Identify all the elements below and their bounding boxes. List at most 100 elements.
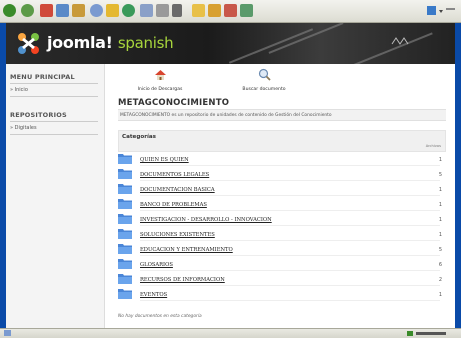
folder-icon <box>118 154 132 164</box>
search-document-button[interactable]: Buscar documento <box>234 68 294 94</box>
search-icon <box>258 68 271 81</box>
category-link[interactable]: BANCO DE PROBLEMAS <box>140 202 207 208</box>
category-count: 1 <box>438 157 442 163</box>
tools-icon[interactable] <box>240 4 253 17</box>
messenger-icon[interactable] <box>208 4 221 17</box>
divider <box>10 121 98 122</box>
divider <box>140 285 440 286</box>
divider <box>140 270 440 271</box>
divider <box>140 300 440 301</box>
research-icon[interactable] <box>224 4 237 17</box>
folder-icon <box>118 169 132 179</box>
favorites-icon[interactable] <box>106 4 119 17</box>
repos-heading: REPOSITORIOS <box>10 111 67 119</box>
category-link[interactable]: EDUCACION Y ENTRENAMIENTO <box>140 247 233 253</box>
folder-icon <box>118 229 132 239</box>
category-row[interactable]: EVENTOS 1 <box>118 287 446 302</box>
print-icon[interactable] <box>156 4 169 17</box>
main-content: Inicio de Descargas Buscar documento MET… <box>116 64 449 328</box>
divider <box>140 210 440 211</box>
category-count: 5 <box>438 172 442 178</box>
header-mark-icon <box>391 37 409 45</box>
category-row[interactable]: SOLUCIONES EXISTENTES 1 <box>118 227 446 242</box>
category-row[interactable]: EDUCACION Y ENTRENAMIENTO 5 <box>118 242 446 257</box>
site-brand: joomla! spanish <box>47 33 174 52</box>
folder-icon[interactable] <box>192 4 205 17</box>
page-description: METAGCONOCIMIENTO es un repositorio de u… <box>118 109 446 121</box>
category-link[interactable]: DOCUMENTACION BASICA <box>140 187 215 193</box>
folder-icon <box>118 274 132 284</box>
folder-icon <box>118 199 132 209</box>
page-title: METAGCONOCIMIENTO <box>118 98 230 108</box>
folder-icon <box>118 214 132 224</box>
downloads-home-label: Inicio de Descargas <box>137 87 183 92</box>
category-count: 1 <box>438 232 442 238</box>
page-status-icon <box>4 330 11 336</box>
home-icon[interactable] <box>72 4 85 17</box>
page-content: MENU PRINCIPAL » Inicio REPOSITORIOS » D… <box>6 64 455 328</box>
browser-toolbar <box>0 0 461 23</box>
header-decoration <box>339 32 433 64</box>
search-icon[interactable] <box>90 4 103 17</box>
forward-icon[interactable] <box>21 4 34 17</box>
files-column-header: Archivos <box>425 144 441 148</box>
category-row[interactable]: QUIEN ES QUIEN 1 <box>118 152 446 167</box>
category-link[interactable]: GLOSARIOS <box>140 262 173 268</box>
category-count: 2 <box>438 277 442 283</box>
site-header: joomla! spanish <box>6 23 455 64</box>
divider <box>140 165 440 166</box>
category-row[interactable]: DOCUMENTACION BASICA 1 <box>118 182 446 197</box>
category-row[interactable]: DOCUMENTOS LEGALES 5 <box>118 167 446 182</box>
divider <box>140 240 440 241</box>
downloads-home-button[interactable]: Inicio de Descargas <box>130 68 190 94</box>
category-count: 5 <box>438 247 442 253</box>
categories-heading: Categorías <box>122 134 156 140</box>
sidebar-item-inicio[interactable]: » Inicio <box>10 87 28 93</box>
divider <box>10 134 98 135</box>
search-document-label: Buscar documento <box>242 87 286 92</box>
category-link[interactable]: EVENTOS <box>140 292 167 298</box>
divider <box>10 83 98 84</box>
categories-header: Categorías Archivos <box>118 130 446 152</box>
divider <box>140 180 440 181</box>
folder-icon <box>118 184 132 194</box>
stop-icon[interactable] <box>40 4 53 17</box>
category-row[interactable]: INVESTIGACION - DESARROLLO - INNOVACION … <box>118 212 446 227</box>
brand-name: joomla! <box>47 33 113 52</box>
history-icon[interactable] <box>122 4 135 17</box>
category-count: 1 <box>438 217 442 223</box>
divider <box>10 96 98 97</box>
mail-icon[interactable] <box>140 4 153 17</box>
joomla-logo-icon <box>18 33 39 54</box>
category-count: 6 <box>438 262 442 268</box>
folder-icon <box>118 259 132 269</box>
divider <box>140 225 440 226</box>
divider <box>140 255 440 256</box>
category-count: 1 <box>438 187 442 193</box>
no-documents-message: No hay documentos en esta categoría <box>118 314 202 319</box>
category-count: 1 <box>438 202 442 208</box>
category-row[interactable]: BANCO DE PROBLEMAS 1 <box>118 197 446 212</box>
folder-icon <box>118 289 132 299</box>
home-icon <box>154 70 166 80</box>
back-icon[interactable] <box>3 4 16 17</box>
category-link[interactable]: QUIEN ES QUIEN <box>140 157 189 163</box>
divider <box>140 195 440 196</box>
sidebar: MENU PRINCIPAL » Inicio REPOSITORIOS » D… <box>6 64 105 328</box>
edit-icon[interactable] <box>172 4 182 17</box>
category-link[interactable]: DOCUMENTOS LEGALES <box>140 172 209 178</box>
brand-suffix: spanish <box>117 34 174 52</box>
refresh-icon[interactable] <box>56 4 69 17</box>
category-link[interactable]: SOLUCIONES EXISTENTES <box>140 232 215 238</box>
sidebar-item-digitales[interactable]: » Digitales <box>10 125 37 131</box>
category-row[interactable]: RECURSOS DE INFORMACION 2 <box>118 272 446 287</box>
header-decoration <box>268 23 344 54</box>
links-icon[interactable] <box>427 5 457 16</box>
category-count: 1 <box>438 292 442 298</box>
menu-heading: MENU PRINCIPAL <box>10 73 75 81</box>
zone-icon <box>407 331 446 336</box>
category-link[interactable]: INVESTIGACION - DESARROLLO - INNOVACION <box>140 217 272 223</box>
category-link[interactable]: RECURSOS DE INFORMACION <box>140 277 225 283</box>
category-row[interactable]: GLOSARIOS 6 <box>118 257 446 272</box>
header-decoration <box>228 28 314 64</box>
